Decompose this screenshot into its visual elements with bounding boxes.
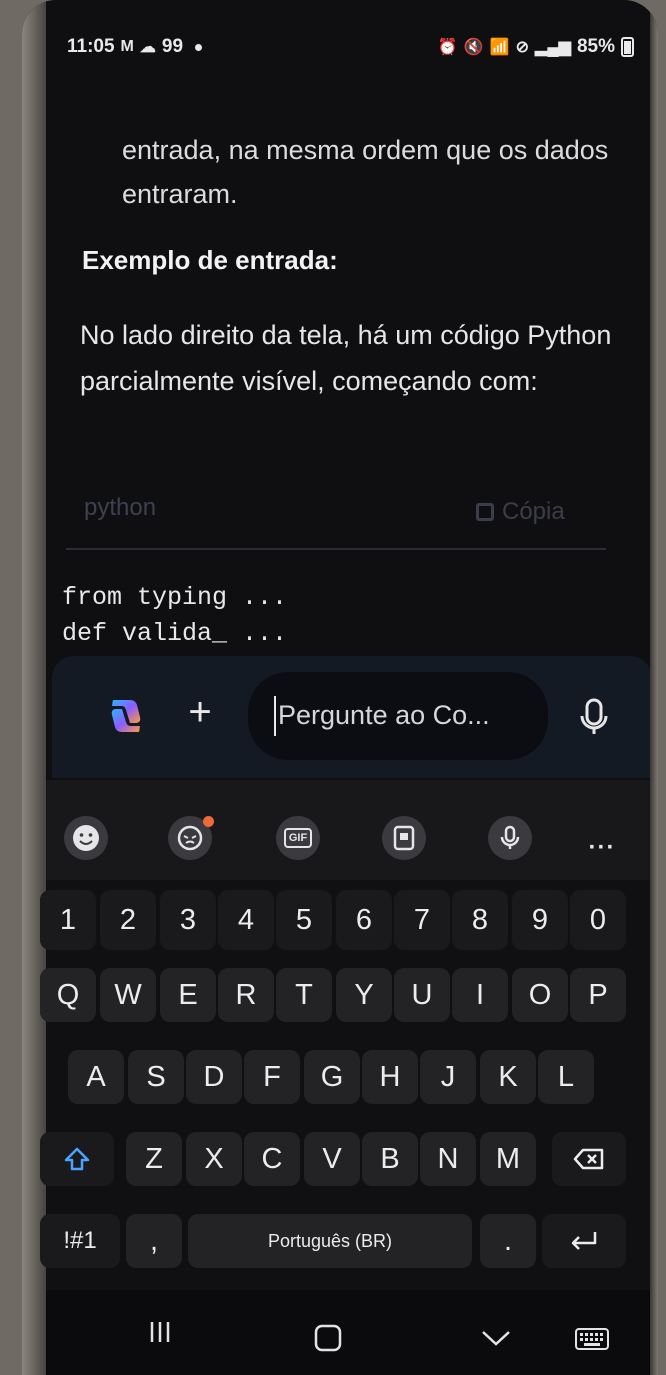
key-3[interactable]: 3 bbox=[160, 890, 216, 950]
key-4[interactable]: 4 bbox=[218, 890, 274, 950]
key-c[interactable]: C bbox=[244, 1132, 300, 1186]
key-u[interactable]: U bbox=[394, 968, 450, 1022]
key-e[interactable]: E bbox=[160, 968, 216, 1022]
key-g[interactable]: G bbox=[304, 1050, 360, 1104]
shift-icon bbox=[64, 1147, 90, 1171]
key-t[interactable]: T bbox=[276, 968, 332, 1022]
key-8[interactable]: 8 bbox=[452, 890, 508, 950]
keyboard-switch-button[interactable] bbox=[570, 1318, 614, 1362]
back-button[interactable] bbox=[474, 1316, 518, 1360]
space-key[interactable]: Português (BR) bbox=[188, 1214, 472, 1268]
key-v[interactable]: V bbox=[304, 1132, 360, 1186]
chevron-down-icon bbox=[482, 1331, 510, 1346]
key-l[interactable]: L bbox=[538, 1050, 594, 1104]
key-5[interactable]: 5 bbox=[276, 890, 332, 950]
recents-button[interactable] bbox=[138, 1310, 182, 1354]
key-1[interactable]: 1 bbox=[40, 890, 96, 950]
key-x[interactable]: X bbox=[186, 1132, 242, 1186]
recents-icon bbox=[150, 1322, 170, 1342]
backspace-icon bbox=[573, 1148, 604, 1170]
key-y[interactable]: Y bbox=[336, 968, 392, 1022]
key-6[interactable]: 6 bbox=[336, 890, 392, 950]
key-z[interactable]: Z bbox=[126, 1132, 182, 1186]
space-key-label: Português (BR) bbox=[267, 1230, 393, 1251]
key-h[interactable]: H bbox=[362, 1050, 418, 1104]
key-0[interactable]: 0 bbox=[570, 890, 626, 950]
key-d[interactable]: D bbox=[186, 1050, 242, 1104]
enter-key[interactable] bbox=[542, 1214, 626, 1268]
home-button[interactable] bbox=[306, 1316, 350, 1360]
key-f[interactable]: F bbox=[244, 1050, 300, 1104]
key-2[interactable]: 2 bbox=[100, 890, 156, 950]
key-b[interactable]: B bbox=[362, 1132, 418, 1186]
home-icon bbox=[314, 1324, 342, 1352]
key-r[interactable]: R bbox=[218, 968, 274, 1022]
period-key[interactable]: . bbox=[480, 1214, 536, 1268]
backspace-key[interactable] bbox=[552, 1132, 626, 1186]
key-k[interactable]: K bbox=[480, 1050, 536, 1104]
key-7[interactable]: 7 bbox=[394, 890, 450, 950]
enter-icon bbox=[571, 1232, 597, 1250]
key-q[interactable]: Q bbox=[40, 968, 96, 1022]
key-w[interactable]: W bbox=[100, 968, 156, 1022]
keyboard-keys: 1 2 3 4 5 6 7 8 9 0 Q W E R T Y U I O P … bbox=[0, 0, 666, 1375]
key-m[interactable]: M bbox=[480, 1132, 536, 1186]
key-o[interactable]: O bbox=[512, 968, 568, 1022]
key-i[interactable]: I bbox=[452, 968, 508, 1022]
key-a[interactable]: A bbox=[68, 1050, 124, 1104]
key-j[interactable]: J bbox=[420, 1050, 476, 1104]
key-p[interactable]: P bbox=[570, 968, 626, 1022]
key-n[interactable]: N bbox=[420, 1132, 476, 1186]
keyboard-icon bbox=[575, 1328, 609, 1350]
key-s[interactable]: S bbox=[128, 1050, 184, 1104]
symbols-key[interactable]: !#1 bbox=[40, 1214, 120, 1268]
shift-key[interactable] bbox=[40, 1132, 114, 1186]
key-9[interactable]: 9 bbox=[512, 890, 568, 950]
comma-key[interactable]: , bbox=[126, 1214, 182, 1268]
